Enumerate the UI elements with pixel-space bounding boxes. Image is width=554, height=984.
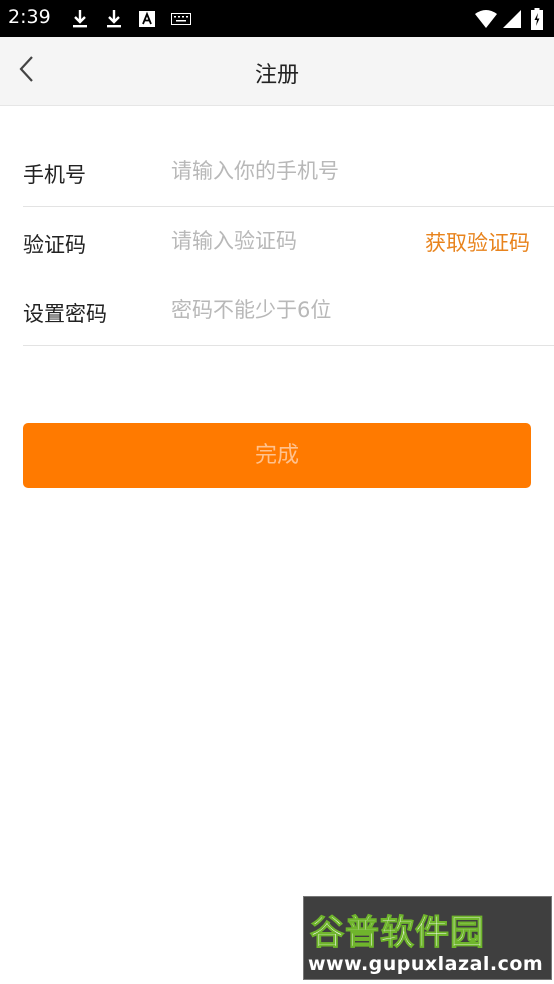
- password-row: 设置密码: [23, 276, 554, 346]
- watermark-title: 谷普软件园: [310, 913, 485, 954]
- battery-icon: [530, 8, 544, 30]
- font-icon: [138, 8, 156, 30]
- watermark-logo: 谷普软件园 www.gupuxlazal.com: [303, 896, 552, 980]
- wifi-icon: [474, 8, 498, 30]
- code-input[interactable]: [171, 221, 401, 261]
- phone-label: 手机号: [23, 163, 86, 187]
- password-label: 设置密码: [23, 302, 107, 326]
- download-icon: [70, 8, 90, 30]
- watermark-url: www.gupuxlazal.com: [308, 953, 544, 975]
- signal-icon: [502, 8, 522, 30]
- password-input[interactable]: [171, 290, 531, 330]
- title-bar: 注册: [0, 37, 554, 106]
- status-bar: 2:39: [0, 0, 554, 37]
- get-code-button[interactable]: 获取验证码: [425, 227, 530, 257]
- phone-row: 手机号: [23, 137, 554, 207]
- keyboard-icon: [170, 8, 192, 30]
- page-title: 注册: [254, 63, 299, 88]
- code-row: 验证码 获取验证码: [23, 207, 554, 277]
- download-icon: [104, 8, 124, 30]
- phone-input[interactable]: [171, 151, 531, 191]
- submit-button[interactable]: 完成: [23, 423, 531, 488]
- code-label: 验证码: [23, 233, 86, 257]
- status-time: 2:39: [8, 6, 51, 28]
